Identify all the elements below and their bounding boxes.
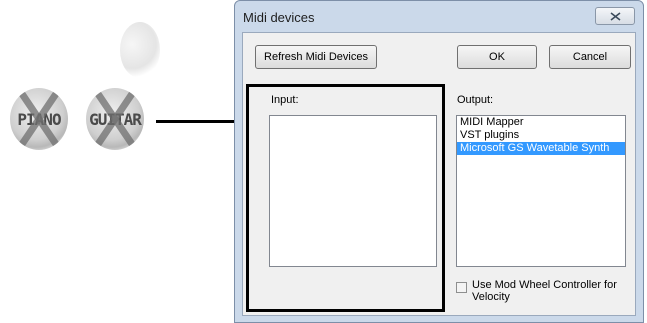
title-bar[interactable]: Midi devices <box>235 1 643 32</box>
output-device-list[interactable]: MIDI Mapper VST plugins Microsoft GS Wav… <box>456 115 626 267</box>
output-item-ms-gs-wavetable-synth[interactable]: Microsoft GS Wavetable Synth <box>457 142 625 155</box>
output-item-midi-mapper[interactable]: MIDI Mapper <box>457 116 625 129</box>
mod-wheel-checkbox-label: Use Mod Wheel Controller for Velocity <box>472 279 617 303</box>
dialog-title: Midi devices <box>243 10 315 25</box>
close-button[interactable] <box>595 7 635 25</box>
output-label: Output: <box>457 94 494 106</box>
cancel-button[interactable]: Cancel <box>549 45 631 69</box>
mod-wheel-velocity-option[interactable]: Use Mod Wheel Controller for Velocity <box>456 279 626 307</box>
mod-wheel-checkbox[interactable] <box>456 282 467 293</box>
guitar-disabled-icon[interactable]: GUITAR <box>86 88 144 150</box>
output-item-vst-plugins[interactable]: VST plugins <box>457 129 625 142</box>
piano-disabled-icon[interactable]: PIANO <box>10 88 68 150</box>
input-callout-highlight-box <box>246 84 445 312</box>
refresh-midi-devices-button[interactable]: Refresh Midi Devices <box>255 45 377 69</box>
ok-button[interactable]: OK <box>457 45 537 69</box>
close-x-icon <box>610 11 620 21</box>
faded-knob-icon <box>120 22 160 78</box>
